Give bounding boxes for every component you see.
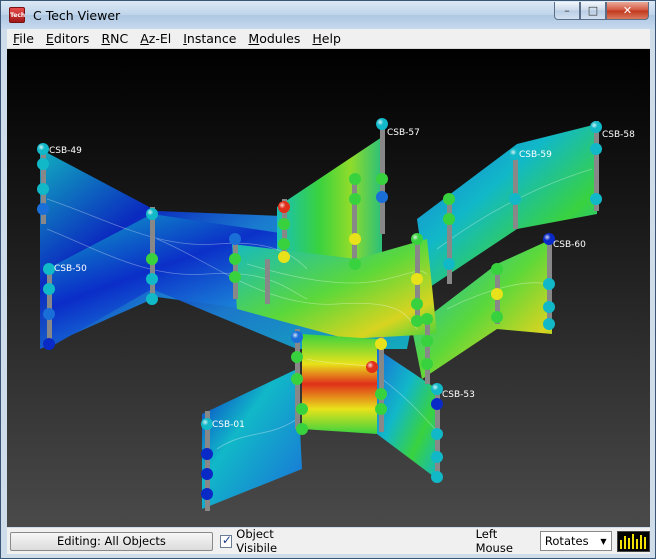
menu-bar: File Editors RNC Az-El Instance Modules … [7,29,650,49]
menu-rnc[interactable]: RNC [95,29,134,49]
activity-meter-icon [616,530,650,552]
object-visible-checkbox[interactable] [219,533,232,548]
app-window: Tech C Tech Viewer – □ ✕ File Editors RN… [0,0,656,559]
fence-panel [277,137,382,264]
close-button[interactable]: ✕ [606,2,649,20]
label-csb-58: CSB-58 [602,130,635,140]
menu-file[interactable]: File [7,29,40,49]
editing-button[interactable]: Editing: All Objects [10,531,213,551]
left-mouse-mode-select[interactable]: Rotates ▼ [539,531,612,551]
status-bar: Editing: All Objects Object Visibile Lef… [7,527,650,555]
label-csb-01: CSB-01 [212,420,245,430]
object-visible-label: Object Visibile [236,527,278,555]
label-csb-60: CSB-60 [553,240,586,250]
3d-viewport[interactable]: CSB-49 CSB-57 CSB-58 CSB-59 CSB-60 CSB-5… [7,49,650,527]
fence-panel [302,334,377,434]
label-csb-53: CSB-53 [442,390,475,400]
menu-help[interactable]: Help [306,29,347,49]
label-csb-57: CSB-57 [387,128,420,138]
fence-panel [202,369,302,509]
fence-diagram[interactable]: CSB-49 CSB-57 CSB-58 CSB-59 CSB-60 CSB-5… [7,49,650,527]
chevron-down-icon: ▼ [600,536,607,546]
left-mouse-mode-value: Rotates [544,534,589,548]
object-visible-toggle[interactable]: Object Visibile [219,527,314,555]
menu-editors[interactable]: Editors [40,29,96,49]
maximize-button[interactable]: □ [580,2,606,20]
label-csb-59: CSB-59 [519,150,552,160]
menu-modules[interactable]: Modules [242,29,306,49]
window-title: C Tech Viewer [33,7,121,23]
menu-az-el[interactable]: Az-El [134,29,177,49]
label-csb-49: CSB-49 [49,146,82,156]
caption-buttons: – □ ✕ [554,2,649,20]
menu-instance[interactable]: Instance [177,29,242,49]
label-csb-50: CSB-50 [54,264,87,274]
app-icon: Tech [9,7,25,23]
title-bar[interactable]: Tech C Tech Viewer – □ ✕ [1,1,655,29]
left-mouse-label: Left Mouse [475,527,513,555]
minimize-button[interactable]: – [554,2,580,20]
